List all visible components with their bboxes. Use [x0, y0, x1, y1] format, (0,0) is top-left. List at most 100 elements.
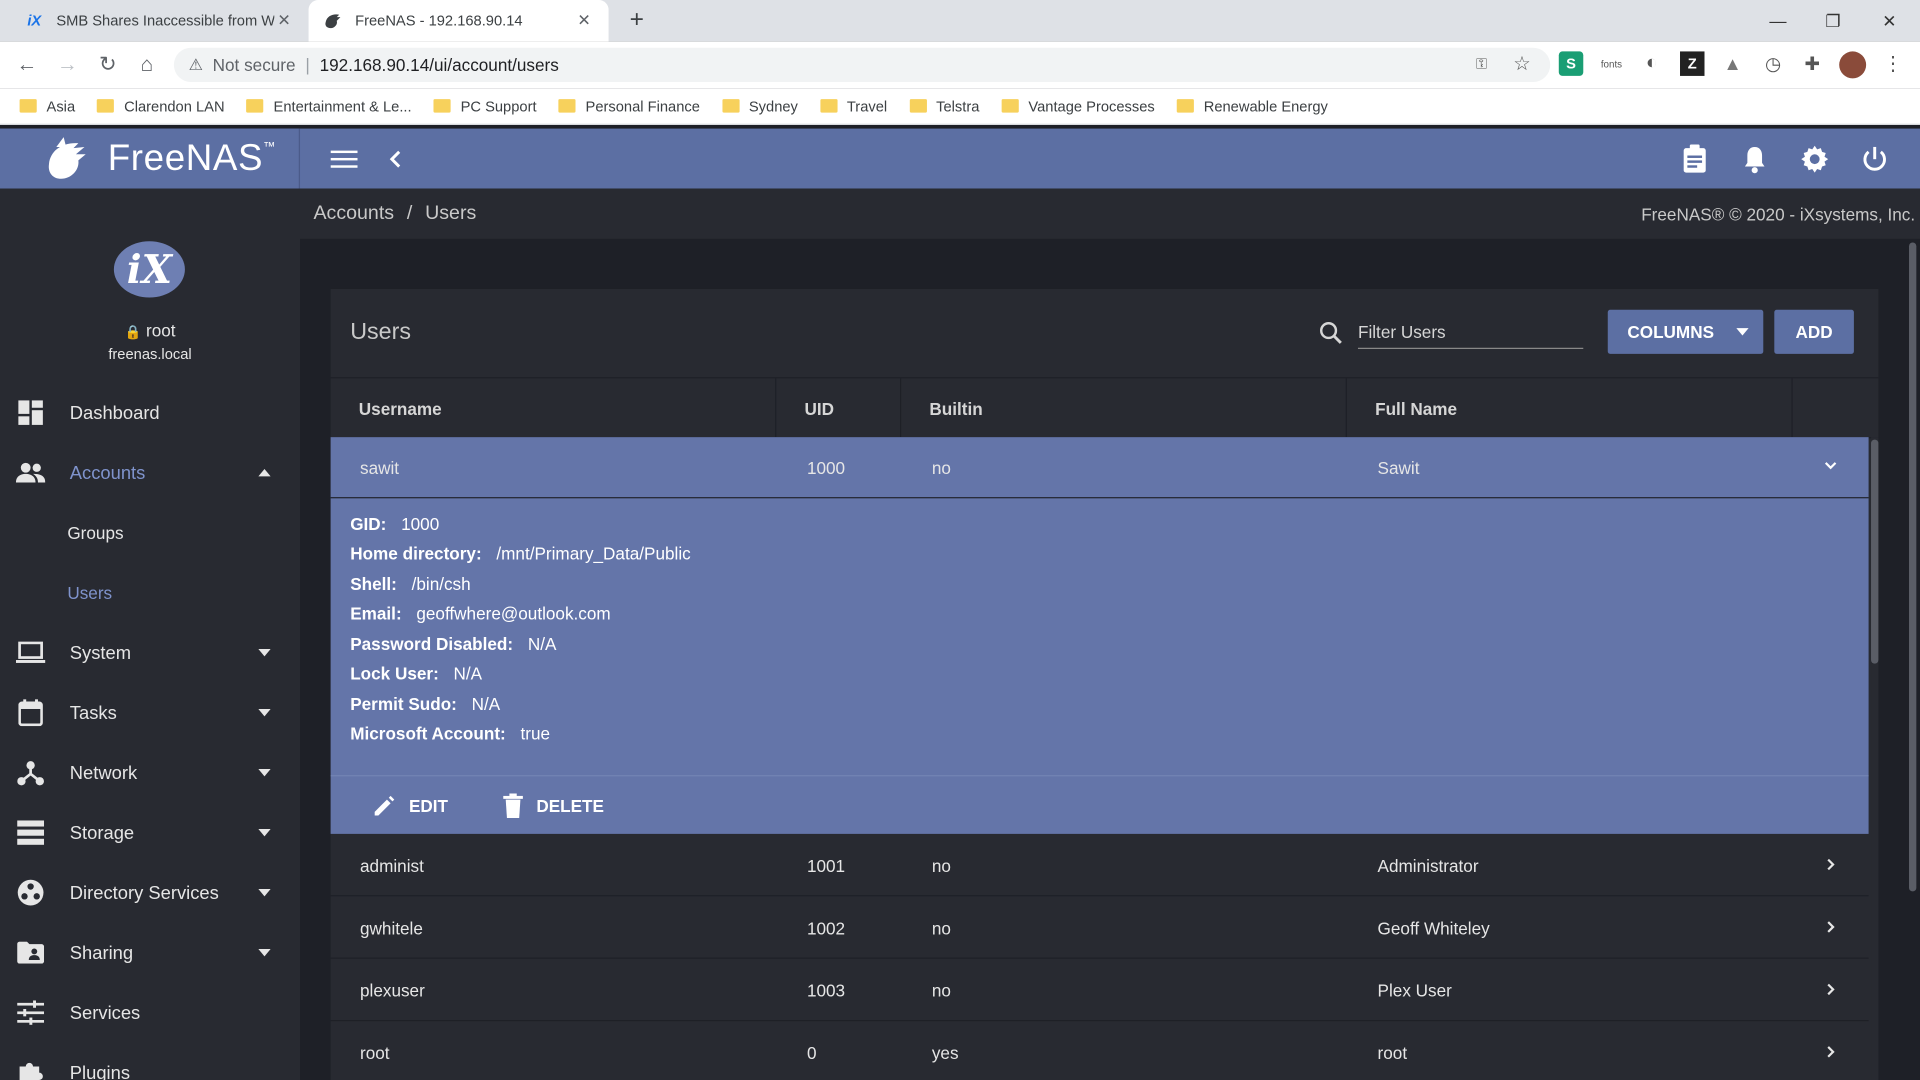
half-moon-icon[interactable]: ◐ — [1640, 51, 1664, 75]
forward-icon[interactable]: → — [51, 49, 83, 81]
home-icon[interactable]: ⌂ — [131, 49, 163, 81]
table-row[interactable]: sawit 1000 no Sawit — [330, 437, 1869, 499]
power-icon[interactable] — [1859, 143, 1891, 175]
column-header-username[interactable]: Username — [331, 378, 777, 439]
chevron-right-icon[interactable] — [1822, 856, 1839, 873]
column-header-uid[interactable]: UID — [776, 378, 902, 439]
table-row[interactable]: root 0 yes root — [331, 1022, 1869, 1080]
url-text: 192.168.90.14/ui/account/users — [319, 55, 559, 75]
browser-toolbar: ← → ↻ ⌂ ⚠ Not secure | 192.168.90.14/ui/… — [0, 41, 1920, 89]
sidebar-item-network[interactable]: Network — [0, 748, 300, 797]
chevron-right-icon[interactable] — [1822, 981, 1839, 998]
chevron-right-icon[interactable] — [1822, 918, 1839, 935]
close-icon[interactable]: ✕ — [574, 11, 594, 31]
column-header-full-name[interactable]: Full Name — [1347, 378, 1793, 439]
folder-icon — [19, 99, 37, 113]
new-tab-icon[interactable]: + — [622, 5, 651, 34]
close-icon[interactable]: ✕ — [274, 11, 294, 31]
page-scrollbar-thumb[interactable] — [1908, 242, 1917, 892]
sidebar-item-storage[interactable]: Storage — [0, 808, 300, 857]
address-bar[interactable]: ⚠ Not secure | 192.168.90.14/ui/account/… — [173, 47, 1551, 83]
chevron-down-icon[interactable] — [1822, 458, 1839, 475]
sidebar-item-plugins[interactable]: Plugins — [0, 1048, 300, 1080]
page-scrollbar[interactable] — [1908, 242, 1918, 1080]
bookmark-item[interactable]: Clarendon LAN — [97, 97, 225, 114]
cell-username: sawit — [360, 457, 400, 478]
table-row[interactable]: gwhitele 1002 no Geoff Whiteley — [330, 898, 1869, 959]
sidebar-item-users[interactable]: Users — [67, 583, 112, 603]
bookmark-item[interactable]: Entertainment & Le... — [246, 97, 412, 114]
folder-icon — [721, 99, 740, 113]
fonts-extension-icon[interactable]: fonts — [1599, 51, 1623, 75]
detail-permit-sudo: Permit Sudo: N/A — [350, 694, 501, 714]
chevron-left-icon[interactable] — [380, 143, 412, 175]
edit-button[interactable]: EDIT — [372, 776, 448, 835]
lock-icon: 🔒 — [124, 325, 142, 341]
logo-tm: ™ — [263, 140, 276, 155]
host-name: freenas.local — [108, 345, 192, 363]
gear-icon[interactable] — [1799, 143, 1831, 175]
sidebar-item-groups[interactable]: Groups — [67, 523, 123, 543]
filter-users-input[interactable] — [1357, 315, 1584, 349]
search-icon — [1320, 322, 1342, 344]
bookmark-item[interactable]: Sydney — [721, 97, 798, 114]
freenas-logo[interactable]: FreeNAS ™ — [0, 128, 301, 189]
star-icon[interactable]: ☆ — [1510, 51, 1534, 75]
browser-tab-smb[interactable]: iX SMB Shares Inaccessible from Wi ✕ — [10, 0, 309, 42]
bell-icon[interactable] — [1739, 143, 1771, 175]
table-row[interactable]: plexuser 1003 no Plex User — [330, 960, 1869, 1022]
bookmark-item[interactable]: Asia — [19, 97, 75, 114]
bookmark-item[interactable]: Telstra — [909, 97, 979, 114]
puzzle-icon[interactable]: ✚ — [1800, 51, 1824, 75]
folder-icon — [909, 99, 927, 113]
bookmark-item[interactable]: Renewable Energy — [1176, 97, 1328, 114]
cell-username: plexuser — [360, 980, 425, 1001]
sidebar-item-accounts[interactable]: Accounts — [0, 448, 300, 497]
extension-s-icon[interactable]: S — [1558, 51, 1584, 76]
sidebar-item-sharing[interactable]: Sharing — [0, 928, 300, 977]
breadcrumb-accounts[interactable]: Accounts — [313, 203, 394, 224]
columns-button[interactable]: COLUMNS — [1607, 309, 1764, 354]
chevron-right-icon[interactable] — [1822, 1043, 1839, 1060]
copyright: FreeNAS® © 2020 - iXsystems, Inc. — [1641, 204, 1916, 225]
add-user-button[interactable]: ADD — [1774, 309, 1854, 354]
reload-icon[interactable]: ↻ — [92, 49, 124, 81]
sidebar-item-system[interactable]: System — [0, 628, 300, 677]
table-header: Username UID Builtin Full Name — [330, 377, 1879, 439]
profile-avatar[interactable] — [1839, 51, 1867, 79]
hamburger-menu-icon[interactable] — [328, 143, 360, 175]
bookmark-item[interactable]: Travel — [819, 97, 887, 114]
caret-down-icon — [1736, 328, 1749, 336]
table-scrollbar[interactable] — [1871, 437, 1879, 1080]
drive-icon[interactable]: ▲ — [1720, 51, 1744, 75]
folder-icon — [558, 99, 576, 113]
window-close-icon[interactable]: ✕ — [1861, 0, 1917, 42]
browser-tab-freenas[interactable]: FreeNAS - 192.168.90.14 ✕ — [308, 0, 609, 42]
back-icon[interactable]: ← — [11, 49, 43, 81]
menu-dots-icon[interactable]: ⋮ — [1881, 51, 1905, 75]
bookmark-item[interactable]: PC Support — [433, 97, 537, 114]
speed-icon[interactable]: ◷ — [1761, 51, 1785, 75]
bookmark-item[interactable]: Vantage Processes — [1001, 97, 1155, 114]
cell-username: root — [360, 1043, 390, 1063]
breadcrumb-path: Accounts / Users — [313, 203, 476, 225]
sidebar-item-directory-services[interactable]: Directory Services — [0, 868, 300, 917]
restore-icon[interactable]: ❐ — [1805, 0, 1861, 42]
chevron-down-icon — [258, 888, 271, 897]
chevron-down-icon — [258, 648, 271, 657]
clipboard-icon[interactable] — [1679, 143, 1711, 175]
column-header-builtin[interactable]: Builtin — [901, 378, 1347, 439]
freenas-mark-icon — [48, 136, 86, 179]
sidebar-item-services[interactable]: Services — [0, 988, 300, 1037]
table-scrollbar-thumb[interactable] — [1871, 439, 1879, 664]
folder-icon — [1176, 99, 1194, 113]
sidebar-item-tasks[interactable]: Tasks — [0, 688, 300, 737]
tab-title: SMB Shares Inaccessible from Wi — [56, 12, 275, 30]
bookmark-item[interactable]: Personal Finance — [558, 97, 700, 114]
zotero-icon[interactable]: Z — [1680, 51, 1705, 76]
minimize-icon[interactable]: — — [1750, 0, 1806, 42]
table-row[interactable]: administ 1001 no Administrator — [330, 835, 1869, 897]
key-icon[interactable]: ⚿ — [1469, 51, 1493, 75]
delete-button[interactable]: DELETE — [502, 776, 604, 835]
sidebar-item-dashboard[interactable]: Dashboard — [0, 388, 300, 437]
